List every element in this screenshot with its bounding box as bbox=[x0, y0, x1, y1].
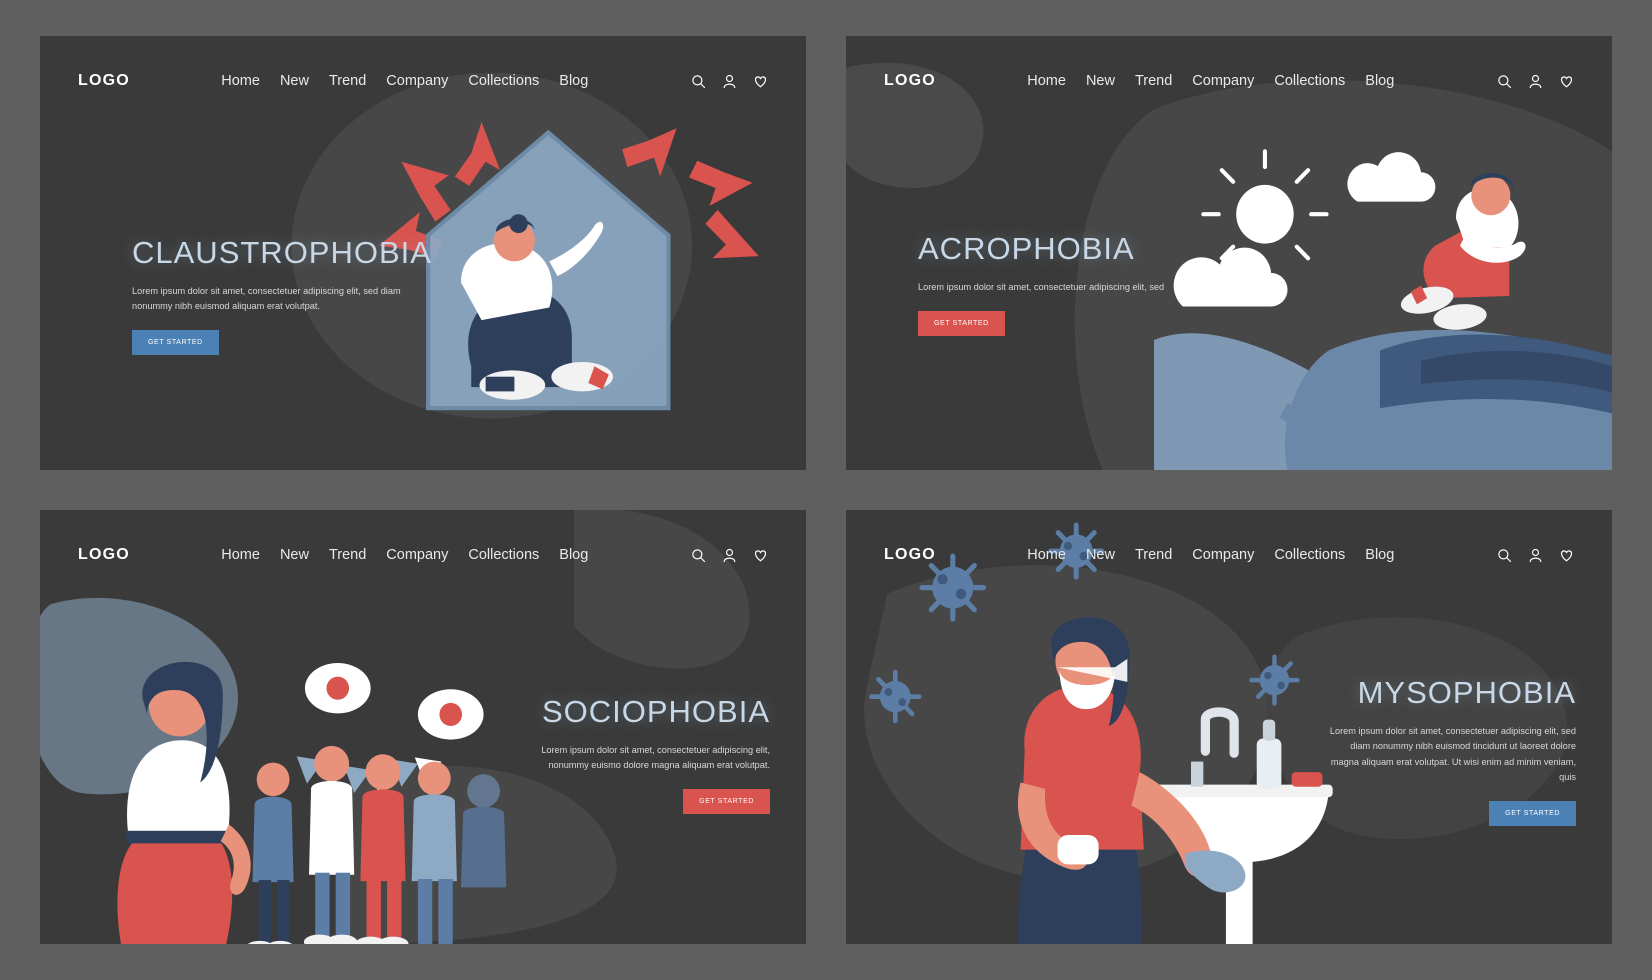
nav-icons bbox=[1497, 548, 1574, 563]
hero-paragraph: Lorem ipsum dolor sit amet, consectetuer… bbox=[541, 744, 770, 770]
heart-icon[interactable] bbox=[753, 74, 768, 89]
nav-item-new[interactable]: New bbox=[280, 73, 309, 89]
panel-claustrophobia: LOGO Home New Trend Company Collections … bbox=[40, 36, 806, 470]
navbar-sociophobia: LOGO Home New Trend Company Collections … bbox=[40, 510, 806, 600]
nav-item-blog[interactable]: Blog bbox=[1365, 547, 1394, 563]
logo[interactable]: LOGO bbox=[884, 72, 936, 90]
navbar-acrophobia: LOGO Home New Trend Company Collections … bbox=[846, 36, 1612, 126]
search-icon[interactable] bbox=[1497, 74, 1512, 89]
nav-item-trend[interactable]: Trend bbox=[329, 73, 366, 89]
nav-item-company[interactable]: Company bbox=[1192, 73, 1254, 89]
heart-icon[interactable] bbox=[1559, 74, 1574, 89]
nav-item-collections[interactable]: Collections bbox=[468, 547, 539, 563]
logo[interactable]: LOGO bbox=[78, 546, 130, 564]
get-started-button[interactable]: GET STARTED bbox=[132, 330, 219, 356]
hero-paragraph: Lorem ipsum dolor sit amet, consectetuer… bbox=[132, 286, 401, 312]
nav-item-blog[interactable]: Blog bbox=[1365, 73, 1394, 89]
nav-item-trend[interactable]: Trend bbox=[1135, 547, 1172, 563]
hero-copy-acrophobia: ACROPHOBIA Lorem ipsum dolor sit amet, c… bbox=[918, 231, 1198, 337]
get-started-button[interactable]: GET STARTED bbox=[918, 311, 1005, 337]
page-title: ACROPHOBIA bbox=[918, 231, 1135, 266]
nav-item-company[interactable]: Company bbox=[386, 547, 448, 563]
nav-menu: Home New Trend Company Collections Blog bbox=[181, 547, 588, 563]
nav-item-new[interactable]: New bbox=[1086, 547, 1115, 563]
nav-item-company[interactable]: Company bbox=[1192, 547, 1254, 563]
nav-menu: Home New Trend Company Collections Blog bbox=[987, 73, 1394, 89]
landing-page-mockup-board: LOGO Home New Trend Company Collections … bbox=[0, 0, 1652, 980]
nav-icons bbox=[1497, 74, 1574, 89]
user-icon[interactable] bbox=[1528, 74, 1543, 89]
panel-acrophobia: LOGO Home New Trend Company Collections … bbox=[846, 36, 1612, 470]
user-icon[interactable] bbox=[722, 548, 737, 563]
hero-paragraph: Lorem ipsum dolor sit amet, consectetuer… bbox=[918, 282, 1165, 293]
nav-item-home[interactable]: Home bbox=[1027, 73, 1066, 89]
nav-item-new[interactable]: New bbox=[1086, 73, 1115, 89]
heart-icon[interactable] bbox=[753, 548, 768, 563]
page-title: SOCIOPHOBIA bbox=[541, 693, 770, 729]
nav-item-trend[interactable]: Trend bbox=[1135, 73, 1172, 89]
navbar-mysophobia: LOGO Home New Trend Company Collections … bbox=[846, 510, 1612, 600]
nav-menu: Home New Trend Company Collections Blog bbox=[181, 73, 588, 89]
navbar-claustrophobia: LOGO Home New Trend Company Collections … bbox=[40, 36, 806, 126]
nav-item-new[interactable]: New bbox=[280, 547, 309, 563]
panel-mysophobia: LOGO Home New Trend Company Collections … bbox=[846, 510, 1612, 944]
nav-item-collections[interactable]: Collections bbox=[468, 73, 539, 89]
nav-item-blog[interactable]: Blog bbox=[559, 547, 588, 563]
nav-item-home[interactable]: Home bbox=[221, 73, 260, 89]
logo[interactable]: LOGO bbox=[78, 72, 130, 90]
search-icon[interactable] bbox=[691, 548, 706, 563]
hero-copy-mysophobia: MYSOPHOBIA Lorem ipsum dolor sit amet, c… bbox=[1326, 676, 1576, 826]
hero-paragraph: Lorem ipsum dolor sit amet, consectetuer… bbox=[1329, 726, 1576, 782]
user-icon[interactable] bbox=[1528, 548, 1543, 563]
nav-item-home[interactable]: Home bbox=[221, 547, 260, 563]
panel-sociophobia: LOGO Home New Trend Company Collections … bbox=[40, 510, 806, 944]
nav-menu: Home New Trend Company Collections Blog bbox=[987, 547, 1394, 563]
logo[interactable]: LOGO bbox=[884, 546, 936, 564]
hero-copy-claustrophobia: CLAUSTROPHOBIA Lorem ipsum dolor sit ame… bbox=[132, 235, 432, 356]
nav-item-trend[interactable]: Trend bbox=[329, 547, 366, 563]
heart-icon[interactable] bbox=[1559, 548, 1574, 563]
page-title: CLAUSTROPHOBIA bbox=[132, 235, 432, 270]
nav-item-collections[interactable]: Collections bbox=[1274, 547, 1345, 563]
search-icon[interactable] bbox=[1497, 548, 1512, 563]
nav-item-home[interactable]: Home bbox=[1027, 547, 1066, 563]
hero-copy-sociophobia: SOCIOPHOBIA Lorem ipsum dolor sit amet, … bbox=[510, 693, 770, 814]
nav-item-collections[interactable]: Collections bbox=[1274, 73, 1345, 89]
user-icon[interactable] bbox=[722, 74, 737, 89]
get-started-button[interactable]: GET STARTED bbox=[1489, 801, 1576, 826]
search-icon[interactable] bbox=[691, 74, 706, 89]
nav-item-company[interactable]: Company bbox=[386, 73, 448, 89]
get-started-button[interactable]: GET STARTED bbox=[683, 789, 770, 814]
page-title: MYSOPHOBIA bbox=[1357, 675, 1576, 711]
nav-item-blog[interactable]: Blog bbox=[559, 73, 588, 89]
nav-icons bbox=[691, 548, 768, 563]
nav-icons bbox=[691, 74, 768, 89]
